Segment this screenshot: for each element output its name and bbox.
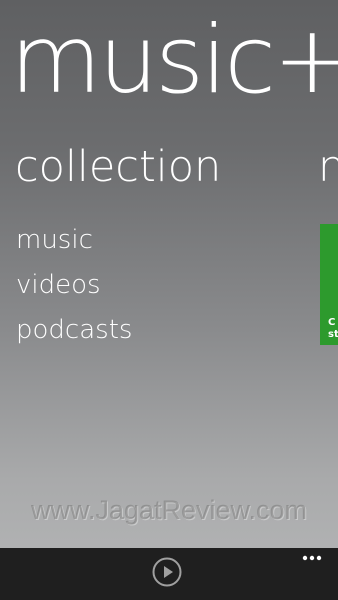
- app-bar: [0, 548, 338, 600]
- next-panel-tile[interactable]: C st: [320, 224, 338, 345]
- app-title: music+: [10, 6, 338, 115]
- tile-text-line-1: C: [328, 317, 336, 328]
- play-icon: [152, 557, 182, 587]
- pivot-heading-collection[interactable]: collection: [15, 143, 221, 191]
- collection-menu: music videos podcasts: [16, 218, 132, 353]
- pivot-heading-next[interactable]: n: [318, 143, 338, 191]
- menu-item-music[interactable]: music: [16, 218, 132, 263]
- play-button[interactable]: [152, 557, 182, 587]
- menu-item-videos[interactable]: videos: [16, 263, 132, 308]
- menu-item-podcasts[interactable]: podcasts: [16, 308, 132, 353]
- tile-text-line-2: st: [328, 329, 338, 340]
- ellipsis-icon: [302, 555, 322, 561]
- watermark: www.JagatReview.com: [30, 495, 308, 525]
- more-button[interactable]: [296, 548, 328, 568]
- music-hub: music+ collection n music videos podcast…: [0, 0, 338, 548]
- tile-text: C st: [328, 317, 338, 341]
